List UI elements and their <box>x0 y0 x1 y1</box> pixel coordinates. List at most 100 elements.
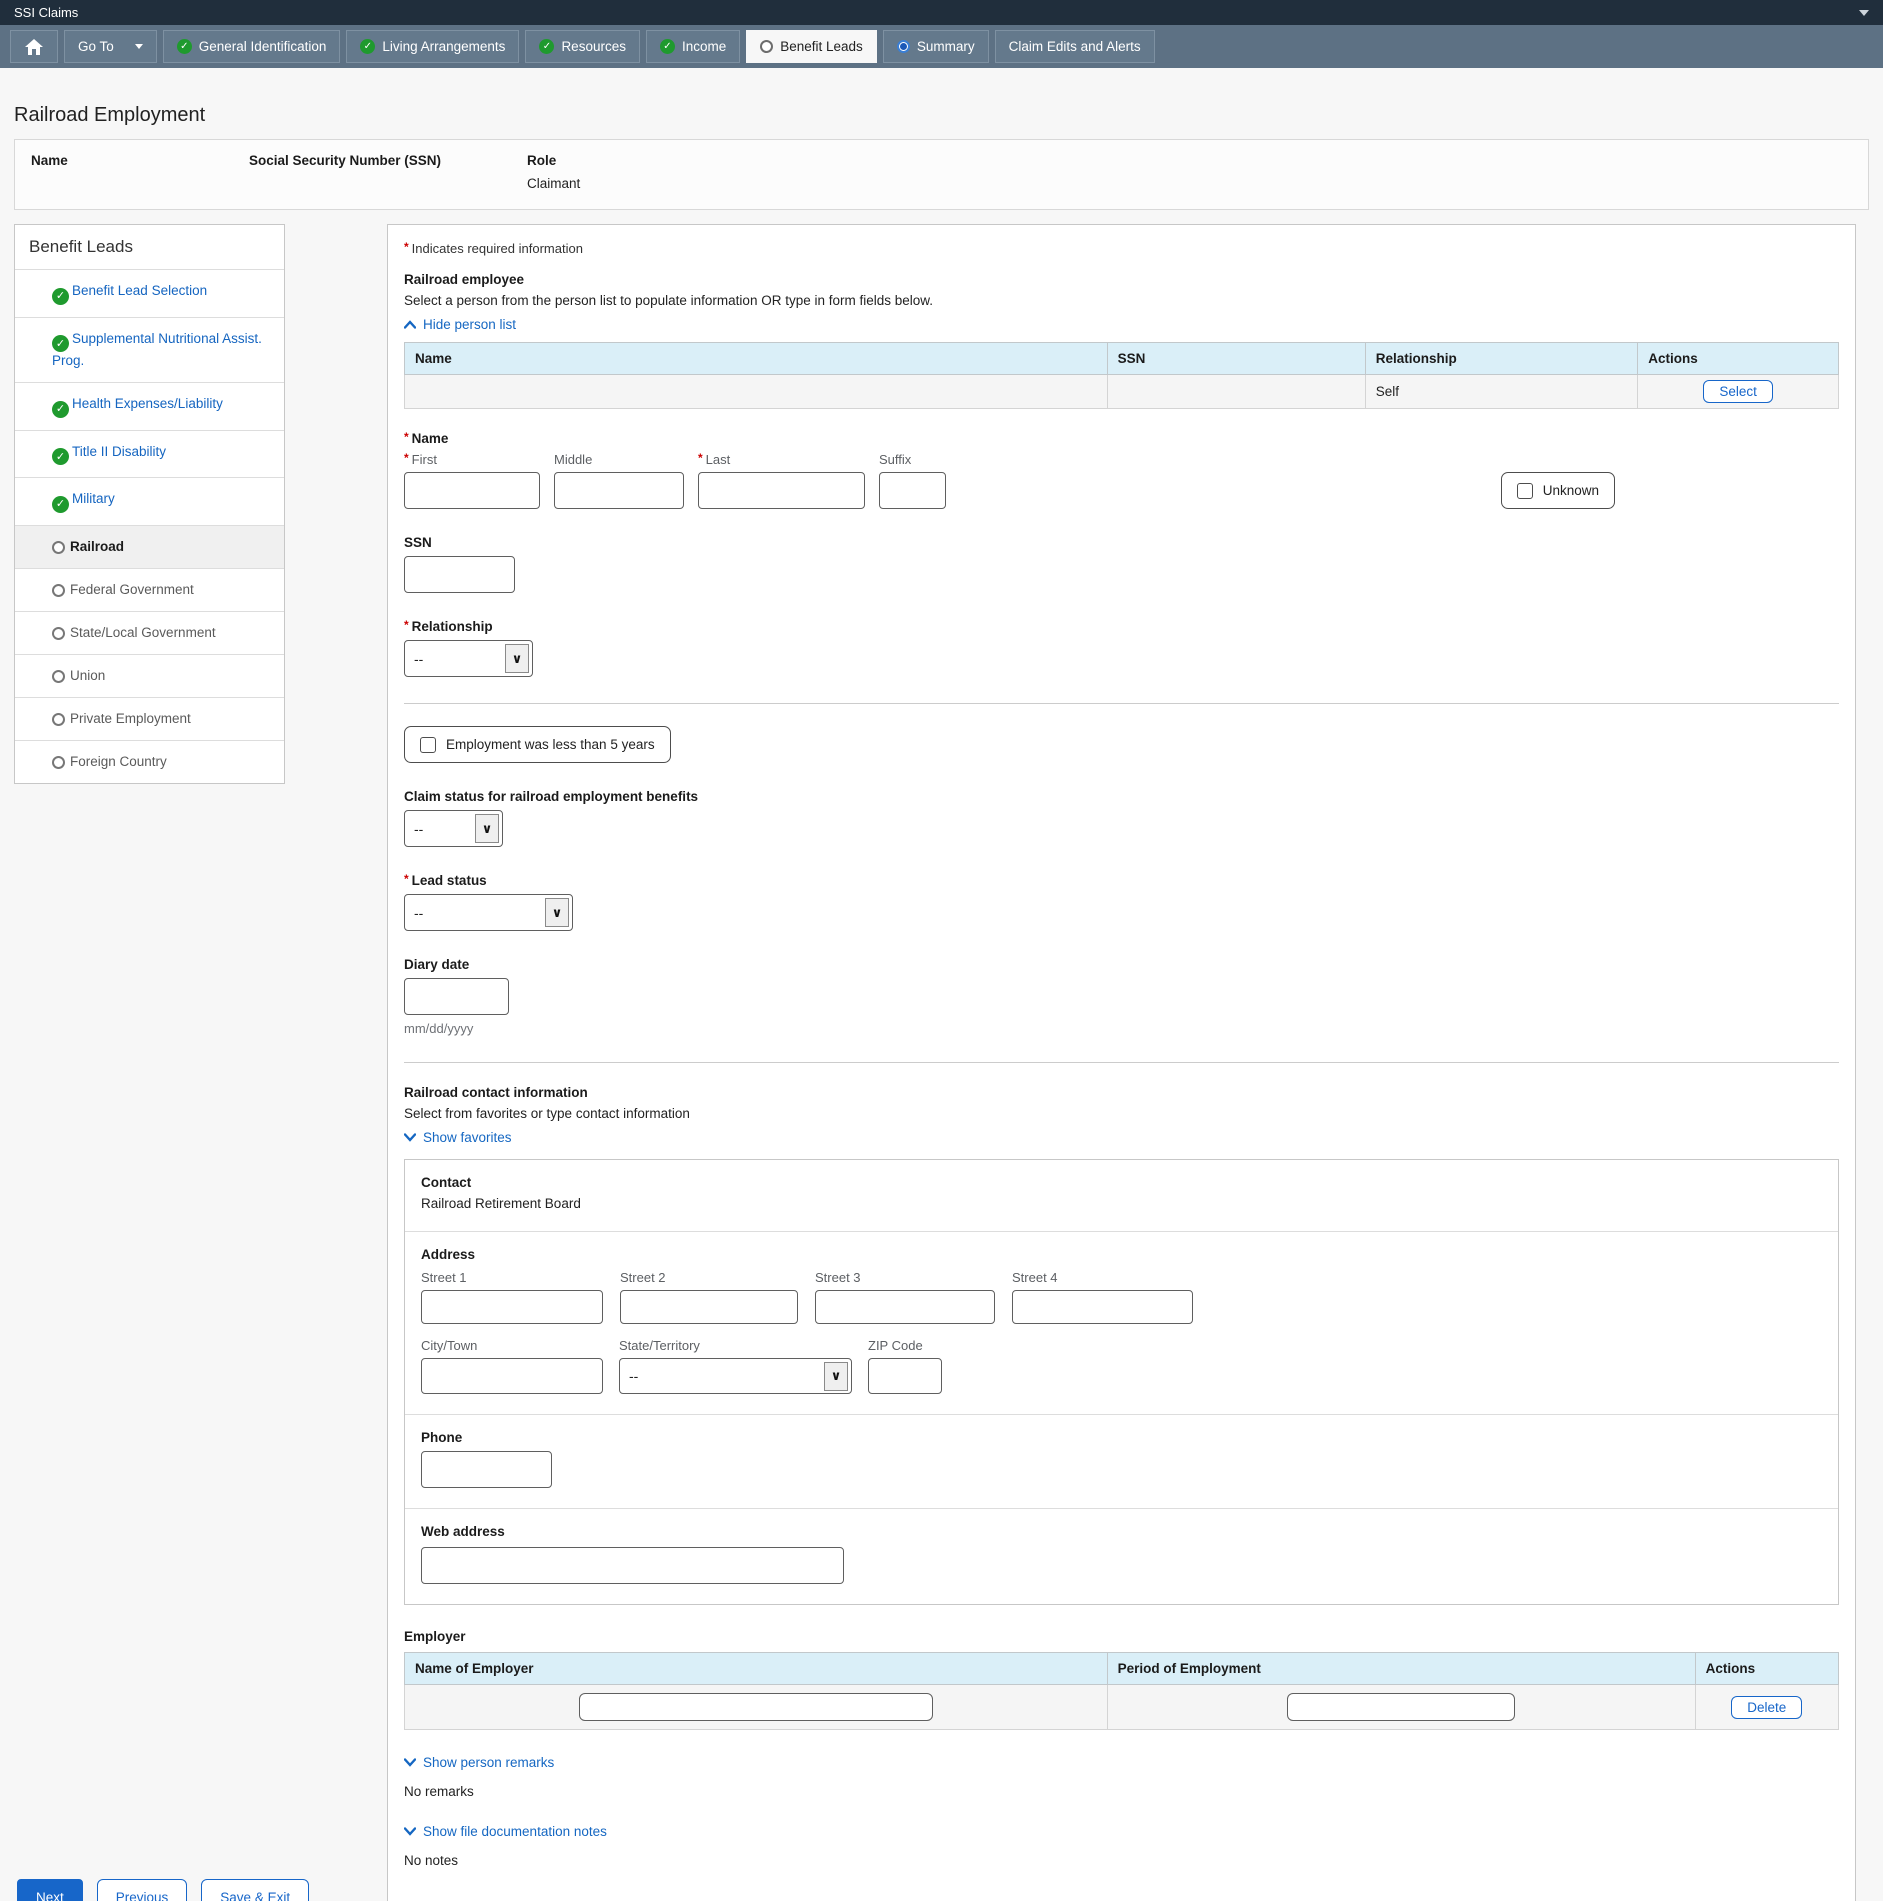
next-button[interactable]: Next <box>17 1879 83 1901</box>
person-name-cell <box>404 374 1108 409</box>
contact-info-instruction: Select from favorites or type contact in… <box>404 1106 690 1121</box>
benefit-leads-sidebar: Benefit Leads ✓ Benefit Lead Selection ✓ S… <box>14 224 285 784</box>
tab-living-arrangements[interactable]: ✓ Living Arrangements <box>346 30 520 63</box>
sidebar-item-label: Federal Government <box>70 581 194 597</box>
first-name-label: * First <box>404 451 540 467</box>
delete-employer-button[interactable]: Delete <box>1731 1695 1803 1719</box>
street2-label: Street 2 <box>620 1270 666 1285</box>
employment-less-than-5-years-group[interactable]: Employment was less than 5 years <box>404 726 671 763</box>
lead-status-select-value: -- <box>414 904 424 921</box>
suffix-input[interactable] <box>879 472 946 509</box>
person-list-instruction: Select a person from the person list to … <box>404 293 934 308</box>
check-circle-icon: ✓ <box>539 39 555 54</box>
sidebar-item-benefit-lead-selection[interactable]: ✓ Benefit Lead Selection <box>15 269 284 317</box>
home-button[interactable] <box>10 30 58 63</box>
check-circle-icon: ✓ <box>52 287 69 305</box>
employment-period-input[interactable] <box>1287 1693 1516 1721</box>
tab-label: Claim Edits and Alerts <box>1008 39 1141 54</box>
show-favorites-link[interactable]: Show favorites <box>404 1130 512 1145</box>
tab-claim-edits-and-alerts[interactable]: Claim Edits and Alerts <box>994 30 1155 63</box>
railroad-form-panel: * Indicates required information Railroad… <box>387 224 1856 1901</box>
sidebar-item-military[interactable]: ✓ Military <box>15 477 284 525</box>
summary-status-icon <box>896 40 910 53</box>
first-name-input[interactable] <box>404 472 540 509</box>
tab-income[interactable]: ✓ Income <box>645 30 741 63</box>
show-file-documentation-notes-link[interactable]: Show file documentation notes <box>404 1824 607 1839</box>
app-titlebar: SSI Claims <box>0 0 1883 25</box>
street1-input[interactable] <box>421 1290 603 1324</box>
show-favorites-label: Show favorites <box>423 1130 512 1145</box>
tab-resources[interactable]: ✓ Resources <box>525 30 640 63</box>
required-asterisk: * <box>404 451 409 465</box>
ssn-input[interactable] <box>404 556 515 593</box>
contact-info-heading: Railroad contact information <box>404 1085 588 1100</box>
sidebar-item-state-local-government[interactable]: State/Local Government <box>15 610 284 654</box>
street2-input[interactable] <box>620 1290 798 1324</box>
sidebar-item-supplemental-nutritional[interactable]: ✓ Supplemental Nutritional Assist. Prog. <box>15 316 284 383</box>
diary-date-hint: mm/dd/yyyy <box>404 1021 474 1036</box>
no-remarks-text: No remarks <box>404 1784 474 1799</box>
role-value: Claimant <box>527 176 581 191</box>
tab-label: General Identification <box>198 39 327 54</box>
web-address-label: Web address <box>421 1524 505 1539</box>
chevron-down-icon <box>404 1827 416 1836</box>
state-territory-select[interactable]: -- ∨ <box>619 1358 852 1394</box>
select-person-button[interactable]: Select <box>1703 380 1773 403</box>
lead-status-label-text: Lead status <box>411 873 487 888</box>
employer-name-input[interactable] <box>578 1693 933 1721</box>
street4-input[interactable] <box>1012 1290 1193 1324</box>
col-name: Name <box>404 342 1108 375</box>
sidebar-item-label: Health Expenses/Liability <box>72 396 223 411</box>
tab-summary[interactable]: Summary <box>882 30 989 63</box>
required-note-text: Indicates required information <box>411 241 583 256</box>
unknown-checkbox[interactable] <box>1516 482 1533 499</box>
sidebar-item-federal-government[interactable]: Federal Government <box>15 567 284 611</box>
tab-label: Benefit Leads <box>780 39 863 54</box>
contact-box: Contact Railroad Retirement Board Addres… <box>404 1159 1839 1605</box>
web-address-input[interactable] <box>421 1547 844 1584</box>
caret-down-icon[interactable] <box>1859 9 1869 16</box>
show-person-remarks-link[interactable]: Show person remarks <box>404 1755 554 1770</box>
relationship-select[interactable]: -- ∨ <box>404 640 533 677</box>
employment-less-than-5-years-checkbox[interactable] <box>420 736 436 753</box>
sidebar-item-railroad[interactable]: Railroad <box>15 524 284 568</box>
sidebar-item-title-ii-disability[interactable]: ✓ Title II Disability <box>15 429 284 478</box>
phone-input[interactable] <box>421 1451 552 1488</box>
show-person-remarks-label: Show person remarks <box>423 1755 555 1770</box>
sidebar-item-health-expenses[interactable]: ✓ Health Expenses/Liability <box>15 382 284 430</box>
save-exit-button[interactable]: Save & Exit <box>201 1879 310 1901</box>
diary-date-input[interactable] <box>404 978 509 1015</box>
chevron-down-icon: ∨ <box>824 1361 848 1391</box>
street3-input[interactable] <box>815 1290 995 1324</box>
claimant-ssn-column: Social Security Number (SSN) <box>249 153 527 191</box>
check-circle-icon: ✓ <box>52 400 69 418</box>
last-name-input[interactable] <box>698 472 865 509</box>
tab-benefit-leads[interactable]: Benefit Leads <box>746 30 877 63</box>
sidebar-item-union[interactable]: Union <box>15 653 284 697</box>
city-field-group: City/Town <box>421 1338 603 1394</box>
first-label-text: First <box>411 452 437 467</box>
person-relationship-cell: Self <box>1364 374 1639 409</box>
sidebar-item-label: Private Employment <box>70 710 191 726</box>
name-unknown-checkbox-group[interactable]: Unknown <box>1500 472 1615 509</box>
person-table-row: Self Select <box>404 374 1839 409</box>
lead-status-select[interactable]: -- ∨ <box>404 894 573 931</box>
city-input[interactable] <box>421 1358 603 1394</box>
app-title: SSI Claims <box>14 5 79 20</box>
contact-section: Contact Railroad Retirement Board <box>405 1160 1838 1231</box>
sidebar-item-foreign-country[interactable]: Foreign Country <box>15 739 284 783</box>
previous-button[interactable]: Previous <box>96 1879 188 1901</box>
tab-general-identification[interactable]: ✓ General Identification <box>162 30 341 63</box>
middle-name-input[interactable] <box>554 472 684 509</box>
phone-section: Phone <box>405 1414 1838 1508</box>
goto-dropdown[interactable]: Go To <box>64 30 157 63</box>
person-ssn-cell <box>1106 374 1366 409</box>
hide-person-list-link[interactable]: Hide person list <box>404 317 516 332</box>
sidebar-item-private-employment[interactable]: Private Employment <box>15 696 284 740</box>
claim-status-select[interactable]: -- ∨ <box>404 810 503 847</box>
zip-input[interactable] <box>868 1358 942 1394</box>
unknown-label: Unknown <box>1542 483 1599 498</box>
state-field-group: State/Territory -- ∨ <box>619 1338 852 1394</box>
name-group-label: * Name <box>404 430 1839 446</box>
sidebar-item-label: Military <box>72 491 115 506</box>
